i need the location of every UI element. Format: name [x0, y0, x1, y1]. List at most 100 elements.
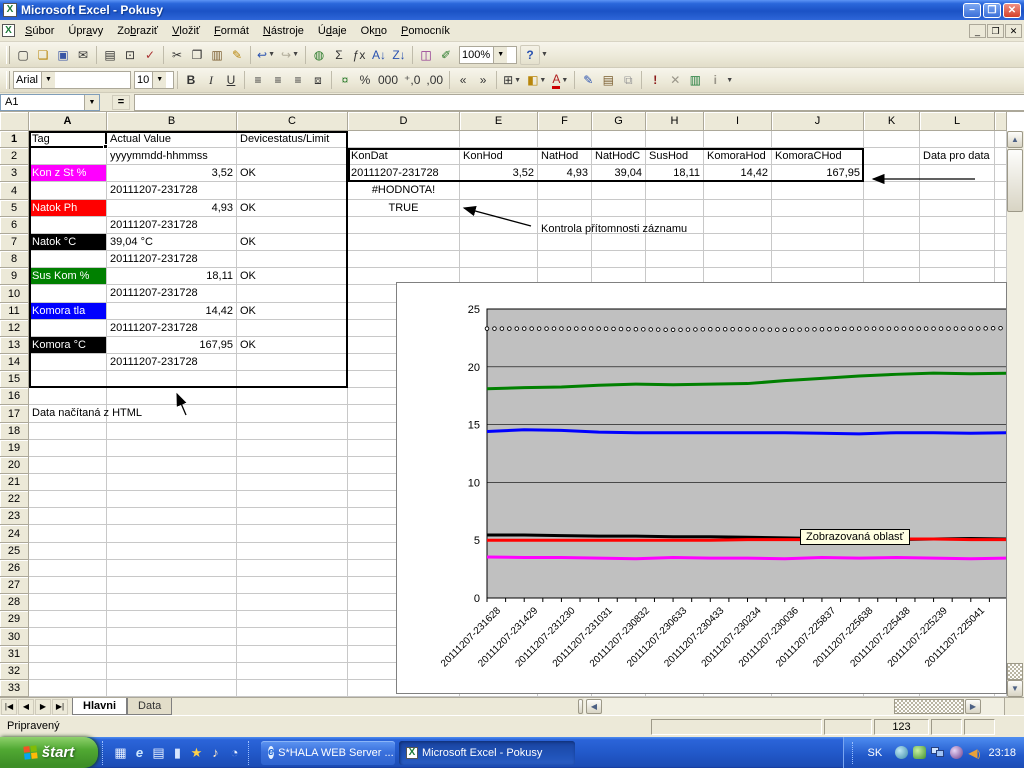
addin-edit-icon[interactable]: ✎ — [578, 70, 598, 90]
language-indicator[interactable]: SK — [860, 747, 891, 759]
volume-icon[interactable]: ◀) — [968, 746, 980, 760]
fill-color-icon[interactable]: ◧▼ — [524, 70, 549, 90]
addin-cancel-icon[interactable]: ✕ — [665, 70, 685, 90]
name-box[interactable]: A1 ▼ — [0, 94, 100, 111]
chevron-down-icon[interactable]: ▼ — [268, 51, 275, 58]
paste-icon[interactable]: ▥ — [207, 45, 227, 65]
column-header-B[interactable]: B — [107, 112, 237, 131]
cell-A9[interactable]: Sus Kom % — [29, 268, 106, 284]
decrease-decimal-icon[interactable]: ,00 — [423, 70, 446, 90]
row-header-33[interactable]: 33 — [0, 680, 29, 697]
workbook-minimize-button[interactable]: _ — [969, 24, 986, 38]
row-header-21[interactable]: 21 — [0, 474, 29, 491]
column-header-I[interactable]: I — [704, 112, 772, 131]
cell-J2[interactable]: KomoraCHod — [772, 148, 863, 164]
print-preview-icon[interactable]: ⊡ — [120, 45, 140, 65]
cell-G3[interactable]: 39,04 — [592, 165, 645, 181]
bold-icon[interactable]: B — [181, 70, 201, 90]
align-center-icon[interactable]: ≡ — [268, 70, 288, 90]
column-header-G[interactable]: G — [592, 112, 646, 131]
row-header-1[interactable]: 1 — [0, 131, 29, 148]
row-header-20[interactable]: 20 — [0, 457, 29, 474]
scroll-left-icon[interactable]: ◀ — [586, 699, 602, 714]
cell-B12[interactable]: 20111207-231728 — [107, 320, 236, 336]
row-header-8[interactable]: 8 — [0, 251, 29, 268]
row-header-23[interactable]: 23 — [0, 508, 29, 525]
cell-C11[interactable]: OK — [237, 303, 347, 319]
embedded-chart[interactable]: 051015202520111207-23162820111207-231429… — [396, 282, 1007, 694]
minimize-button[interactable]: − — [963, 3, 981, 18]
menu-pomocnk[interactable]: Pomocník — [394, 22, 457, 40]
vertical-scroll-thumb[interactable] — [1007, 149, 1023, 212]
cell-D2[interactable]: KonDat — [348, 148, 459, 164]
row-header-5[interactable]: 5 — [0, 200, 29, 217]
row-header-28[interactable]: 28 — [0, 594, 29, 611]
chevron-down-icon[interactable]: ▼ — [514, 77, 521, 84]
media-icon[interactable]: ♪ — [206, 743, 225, 763]
cell-B8[interactable]: 20111207-231728 — [107, 251, 236, 267]
last-sheet-icon[interactable]: ▶| — [52, 699, 68, 715]
task-button-1[interactable]: eS*HALA WEB Server ... — [261, 741, 395, 765]
menu-formt[interactable]: Formát — [207, 22, 256, 40]
cell-J3[interactable]: 167,95 — [772, 165, 863, 181]
column-header-C[interactable]: C — [237, 112, 348, 131]
horizontal-scroll-thumb[interactable] — [894, 699, 964, 714]
drawing-icon[interactable]: ✐ — [436, 45, 456, 65]
cell-F2[interactable]: NatHod — [538, 148, 591, 164]
cell-A11[interactable]: Komora tla — [29, 303, 106, 319]
row-header-24[interactable]: 24 — [0, 525, 29, 543]
cell-B9[interactable]: 18,11 — [107, 268, 236, 284]
chevron-down-icon[interactable]: ▼ — [152, 72, 166, 88]
cell-A5[interactable]: Natok Ph — [29, 200, 106, 216]
menu-okno[interactable]: Okno — [354, 22, 394, 40]
merge-center-icon[interactable]: ⧈ — [308, 70, 328, 90]
vertical-scrollbar[interactable]: ▲ ▼ — [1007, 131, 1024, 697]
toolbar-grip[interactable] — [6, 46, 10, 64]
row-header-17[interactable]: 17 — [0, 405, 29, 423]
print-icon[interactable]: ▤ — [100, 45, 120, 65]
cell-B5[interactable]: 4,93 — [107, 200, 236, 216]
menu-zobrazi[interactable]: Zobraziť — [110, 22, 165, 40]
column-header-J[interactable]: J — [772, 112, 864, 131]
row-header-7[interactable]: 7 — [0, 234, 29, 251]
row-header-4[interactable]: 4 — [0, 182, 29, 200]
close-button[interactable]: ✕ — [1003, 3, 1021, 18]
cell-B1[interactable]: Actual Value — [107, 131, 236, 147]
cell-I3[interactable]: 14,42 — [704, 165, 771, 181]
align-right-icon[interactable]: ≡ — [288, 70, 308, 90]
first-sheet-icon[interactable]: |◀ — [1, 699, 17, 715]
column-header-D[interactable]: D — [348, 112, 460, 131]
copy-icon[interactable]: ❐ — [187, 45, 207, 65]
next-sheet-icon[interactable]: ▶ — [35, 699, 51, 715]
sheet-tab-data[interactable]: Data — [127, 698, 172, 715]
addin-document-icon[interactable]: ▥ — [685, 70, 705, 90]
notes-icon[interactable]: ▤ — [149, 743, 168, 763]
task-button-2[interactable]: XMicrosoft Excel - Pokusy — [399, 741, 575, 765]
cell-B7[interactable]: 39,04 °C — [107, 234, 236, 250]
font-color-icon[interactable]: A▼ — [549, 70, 571, 90]
row-header-11[interactable]: 11 — [0, 303, 29, 320]
chevron-down-icon[interactable]: ▼ — [41, 72, 55, 88]
percent-icon[interactable]: % — [355, 70, 375, 90]
row-header-18[interactable]: 18 — [0, 423, 29, 440]
row-header-27[interactable]: 27 — [0, 577, 29, 594]
chevron-down-icon[interactable]: ▼ — [292, 51, 299, 58]
workbook-restore-button[interactable]: ❐ — [987, 24, 1004, 38]
cell-B6[interactable]: 20111207-231728 — [107, 217, 236, 233]
font-select[interactable]: Arial ▼ — [13, 71, 131, 89]
clock[interactable]: 23:18 — [988, 747, 1016, 759]
favorites-star-icon[interactable]: ★ — [187, 743, 206, 763]
edit-formula-button[interactable]: = — [112, 95, 130, 110]
row-header-16[interactable]: 16 — [0, 388, 29, 405]
spelling-icon[interactable]: ✓ — [140, 45, 160, 65]
row-header-13[interactable]: 13 — [0, 337, 29, 354]
row-header-31[interactable]: 31 — [0, 646, 29, 663]
row-header-19[interactable]: 19 — [0, 440, 29, 457]
row-header-26[interactable]: 26 — [0, 560, 29, 577]
align-left-icon[interactable]: ≡ — [248, 70, 268, 90]
toolbar-options-chevron[interactable]: ▼ — [726, 77, 733, 84]
row-header-29[interactable]: 29 — [0, 611, 29, 628]
fill-handle[interactable] — [103, 144, 108, 149]
cell-A13[interactable]: Komora °C — [29, 337, 106, 353]
cell-B3[interactable]: 3,52 — [107, 165, 236, 181]
